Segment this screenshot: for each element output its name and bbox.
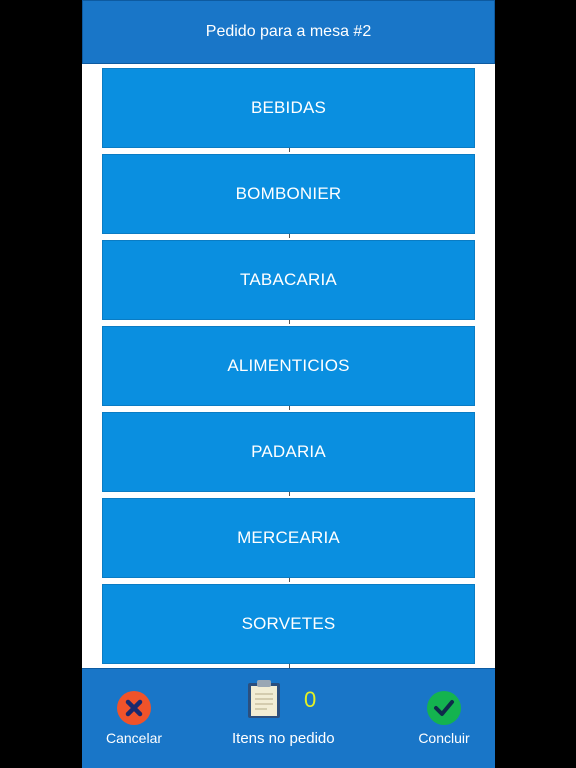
category-button-bombonier[interactable]: BOMBONIER — [102, 154, 475, 238]
close-icon — [117, 691, 151, 725]
category-button-mercearia[interactable]: MERCEARIA — [102, 498, 475, 582]
category-button-alimenticios[interactable]: ALIMENTICIOS — [102, 326, 475, 410]
clipboard-icon — [247, 679, 281, 724]
category-button-padaria[interactable]: PADARIA — [102, 412, 475, 496]
category-label: PADARIA — [251, 442, 326, 461]
category-label: ALIMENTICIOS — [227, 356, 350, 375]
category-label: TABACARIA — [240, 270, 337, 289]
page-title: Pedido para a mesa #2 — [205, 23, 372, 40]
category-label: SORVETES — [241, 614, 336, 633]
cancel-label: Cancelar — [105, 730, 163, 746]
confirm-label: Concluir — [418, 730, 470, 746]
category-button-sorvetes[interactable]: SORVETES — [102, 584, 475, 668]
check-icon — [427, 691, 461, 725]
category-label: MERCEARIA — [237, 528, 340, 547]
order-summary: 0 Itens no pedido — [232, 679, 352, 765]
app-screen: Pedido para a mesa #2 BEBIDAS BOMBONIER … — [82, 0, 495, 768]
footer-bar: Cancelar 0 Itens no pedido Concluir — [82, 668, 495, 768]
category-label: BOMBONIER — [235, 184, 342, 203]
confirm-button[interactable]: Concluir — [412, 691, 476, 746]
category-list: BEBIDAS BOMBONIER TABACARIA ALIMENTICIOS… — [102, 68, 475, 670]
header-bar: Pedido para a mesa #2 — [82, 0, 495, 64]
cancel-button[interactable]: Cancelar — [102, 691, 166, 746]
category-button-bebidas[interactable]: BEBIDAS — [102, 68, 475, 152]
category-button-tabacaria[interactable]: TABACARIA — [102, 240, 475, 324]
items-in-order-label: Itens no pedido — [232, 730, 335, 747]
category-label: BEBIDAS — [250, 98, 327, 117]
item-count: 0 — [304, 687, 317, 712]
